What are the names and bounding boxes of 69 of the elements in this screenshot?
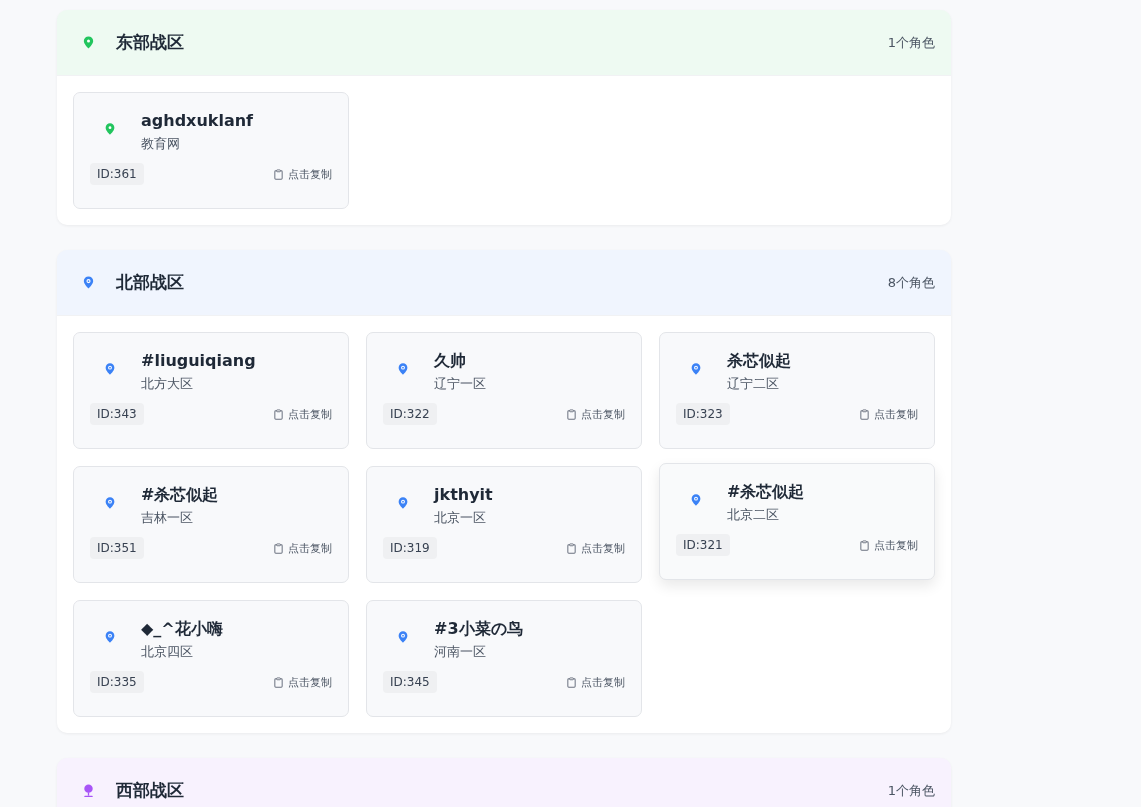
map-pin-icon	[689, 362, 703, 376]
map-pin-icon	[103, 496, 117, 510]
server-name: 教育网	[141, 135, 181, 153]
server-name: 北方大区	[141, 375, 194, 393]
role-card[interactable]: #杀芯似起 吉林一区 ID:351 点击复制	[73, 466, 349, 583]
copy-button[interactable]: 点击复制	[859, 537, 918, 553]
region-title: 东部战区	[116, 31, 185, 54]
copy-button[interactable]: 点击复制	[273, 406, 332, 422]
copy-button[interactable]: 点击复制	[273, 166, 332, 182]
map-pin-icon	[103, 630, 117, 644]
clipboard-icon	[566, 408, 577, 420]
role-name: aghdxuklanf	[141, 110, 254, 132]
role-id-tag: ID:322	[383, 403, 437, 425]
role-card[interactable]: 杀芯似起 辽宁二区 ID:323 点击复制	[659, 332, 935, 449]
clipboard-icon	[273, 676, 284, 688]
clipboard-icon	[273, 168, 284, 180]
clipboard-icon	[273, 542, 284, 554]
server-name: 辽宁一区	[434, 375, 486, 393]
role-name: jkthyit	[434, 484, 493, 506]
clipboard-icon	[859, 408, 870, 420]
role-name: #liuguiqiang	[141, 350, 256, 372]
role-id-tag: ID:323	[676, 403, 730, 425]
server-name: 北京四区	[141, 643, 194, 661]
clipboard-icon	[273, 408, 284, 420]
role-id-tag: ID:321	[676, 534, 730, 556]
role-card[interactable]: 久帅 辽宁一区 ID:322 点击复制	[366, 332, 642, 449]
clipboard-icon	[566, 676, 577, 688]
map-pin-icon	[689, 493, 703, 507]
map-pin-icon	[103, 362, 117, 376]
role-name: #杀芯似起	[727, 481, 805, 503]
copy-button[interactable]: 点击复制	[566, 540, 625, 556]
map-pin-icon	[396, 630, 410, 644]
role-card[interactable]: #杀芯似起 北京二区 ID:321 点击复制	[659, 463, 935, 580]
region-title: 北部战区	[116, 271, 185, 294]
copy-button[interactable]: 点击复制	[273, 540, 332, 556]
role-name: #3小菜の鸟	[434, 618, 523, 640]
map-pin-icon	[396, 496, 410, 510]
role-count: 1个角色	[887, 781, 935, 800]
role-name: ◆_^花小嗨	[141, 618, 223, 640]
role-card[interactable]: #3小菜の鸟 河南一区 ID:345 点击复制	[366, 600, 642, 717]
copy-button[interactable]: 点击复制	[273, 674, 332, 690]
role-card[interactable]: ◆_^花小嗨 北京四区 ID:335 点击复制	[73, 600, 349, 717]
clipboard-icon	[566, 542, 577, 554]
map-pin-icon	[103, 122, 117, 136]
role-card[interactable]: #liuguiqiang 北方大区 ID:343 点击复制	[73, 332, 349, 449]
role-name: 杀芯似起	[727, 350, 791, 372]
copy-button[interactable]: 点击复制	[859, 406, 918, 422]
role-card[interactable]: aghdxuklanf 教育网 ID:361 点击复制	[73, 92, 349, 209]
role-id-tag: ID:345	[383, 671, 437, 693]
role-id-tag: ID:319	[383, 537, 437, 559]
server-name: 北京一区	[434, 509, 487, 527]
clipboard-icon	[859, 539, 870, 551]
role-id-tag: ID:361	[90, 163, 144, 185]
role-count: 8个角色	[887, 273, 935, 292]
server-name: 辽宁二区	[727, 375, 780, 393]
role-id-tag: ID:343	[90, 403, 144, 425]
role-name: #杀芯似起	[141, 484, 219, 506]
role-id-tag: ID:351	[90, 537, 144, 559]
server-name: 河南一区	[434, 643, 487, 661]
server-name: 北京二区	[727, 506, 780, 524]
region-title: 西部战区	[116, 779, 185, 802]
role-count: 1个角色	[887, 33, 935, 52]
role-name: 久帅	[434, 350, 467, 372]
role-id-tag: ID:335	[90, 671, 144, 693]
server-name: 吉林一区	[141, 509, 194, 527]
role-card[interactable]: jkthyit 北京一区 ID:319 点击复制	[366, 466, 642, 583]
map-pin-icon	[396, 362, 410, 376]
copy-button[interactable]: 点击复制	[566, 406, 625, 422]
copy-button[interactable]: 点击复制	[566, 674, 625, 690]
